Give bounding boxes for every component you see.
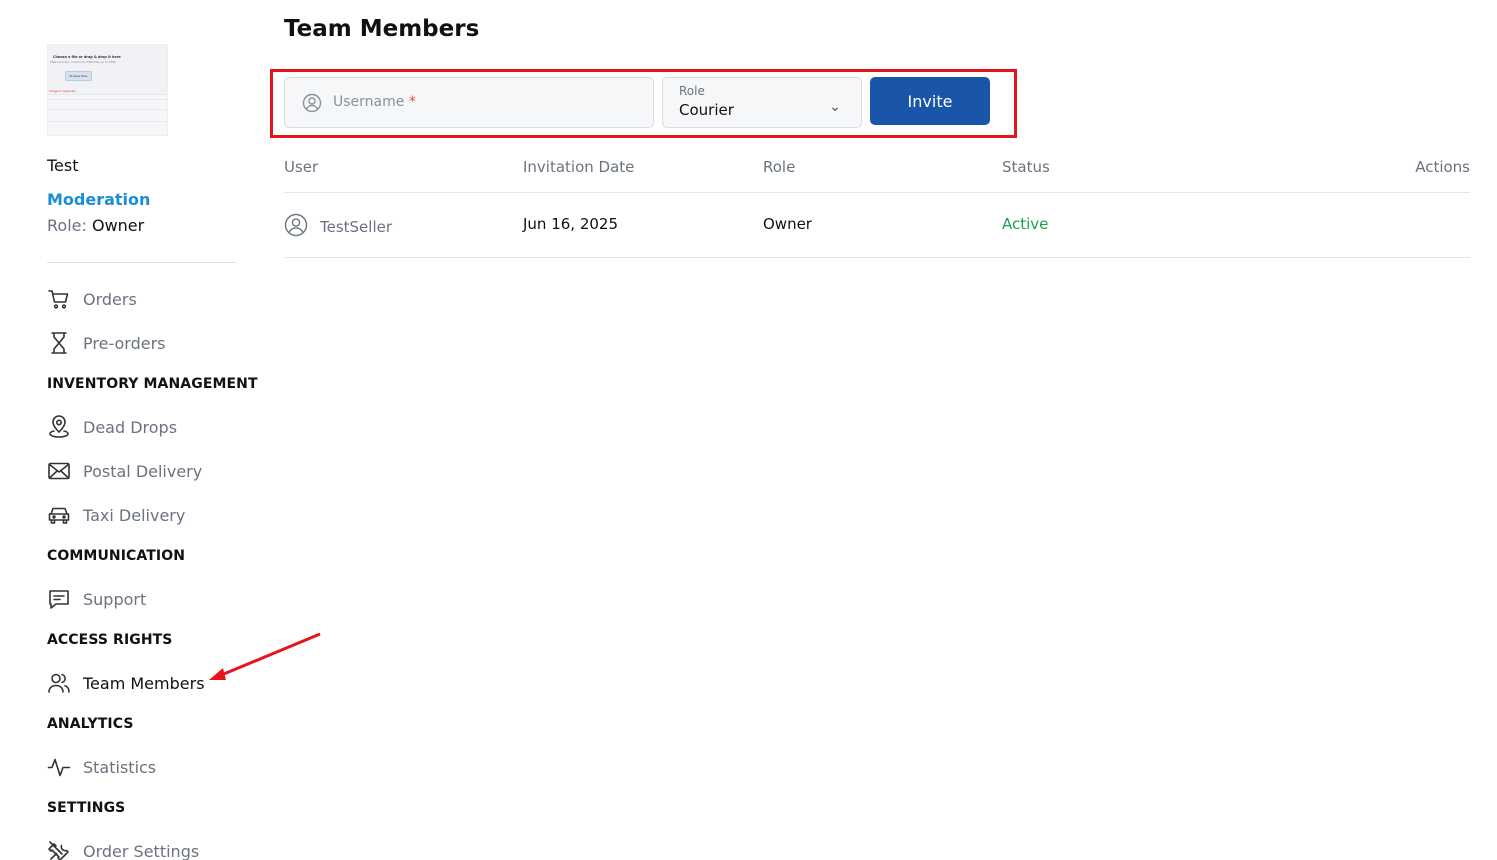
thumbnail-heading: Choose a file or drag & drop it here xyxy=(53,55,121,59)
table-row-divider xyxy=(284,257,1470,258)
store-role: Role: Owner xyxy=(47,216,144,235)
map-pin-icon xyxy=(47,415,71,439)
sidebar-item-label: Postal Delivery xyxy=(83,461,203,481)
sidebar-item-label: Dead Drops xyxy=(83,417,178,437)
section-inventory-management: INVENTORY MANAGEMENT xyxy=(47,376,258,392)
store-role-label: Role: xyxy=(47,216,87,235)
username-placeholder: Username * xyxy=(333,94,416,110)
sidebar-item-label: Support xyxy=(83,589,147,609)
tools-icon xyxy=(47,839,71,860)
annotation-arrow-icon xyxy=(209,632,321,680)
sidebar-item-order-settings[interactable]: Order Settings xyxy=(47,836,199,860)
sidebar-item-taxi-delivery[interactable]: Taxi Delivery xyxy=(47,500,185,530)
section-analytics: ANALYTICS xyxy=(47,716,134,732)
table-cell-user[interactable]: TestSeller xyxy=(284,213,392,241)
thumbnail-browse-button: Browse files xyxy=(65,71,92,81)
column-header-status[interactable]: Status xyxy=(1002,158,1050,176)
sidebar-item-postal-delivery[interactable]: Postal Delivery xyxy=(47,456,202,486)
username-placeholder-text: Username xyxy=(333,94,405,110)
thumbnail-subtext: PNG formats, maximum 5Mb/File up to 5MB xyxy=(50,60,116,64)
sidebar-item-label: Orders xyxy=(83,289,137,309)
car-icon xyxy=(47,503,71,527)
envelope-icon xyxy=(47,459,71,483)
column-header-user[interactable]: User xyxy=(284,158,318,176)
activity-icon xyxy=(47,755,71,779)
thumbnail-upload-card: Choose a file or drag & drop it here PNG… xyxy=(48,45,167,95)
user-name: TestSeller xyxy=(320,218,393,236)
user-avatar-icon xyxy=(284,213,308,241)
table-cell-role: Owner xyxy=(763,215,812,233)
store-name: Test xyxy=(47,156,79,175)
table-header-divider xyxy=(284,192,1470,193)
cart-icon xyxy=(47,287,71,311)
status-badge: Active xyxy=(1002,215,1049,233)
sidebar-item-team-members[interactable]: Team Members xyxy=(47,668,205,698)
store-role-value: Owner xyxy=(91,216,145,235)
thumbnail-error: Image is required xyxy=(49,89,76,93)
sidebar-item-preorders[interactable]: Pre-orders xyxy=(47,328,166,358)
thumbnail-divider xyxy=(48,109,167,110)
role-select[interactable]: Role Courier xyxy=(662,77,862,128)
section-settings: SETTINGS xyxy=(47,800,126,816)
users-icon xyxy=(47,671,71,695)
thumbnail-divider xyxy=(48,99,167,100)
sidebar-item-label: Taxi Delivery xyxy=(83,505,186,525)
column-header-role[interactable]: Role xyxy=(763,158,795,176)
sidebar-item-statistics[interactable]: Statistics xyxy=(47,752,156,782)
sidebar-item-dead-drops[interactable]: Dead Drops xyxy=(47,412,177,442)
role-select-value: Courier xyxy=(679,101,734,119)
username-input[interactable]: Username * xyxy=(284,77,654,128)
required-mark: * xyxy=(408,94,416,110)
hourglass-icon xyxy=(47,331,71,355)
store-status: Moderation xyxy=(47,190,151,209)
sidebar: Choose a file or drag & drop it here PNG… xyxy=(47,0,258,860)
thumbnail-divider xyxy=(48,121,167,122)
column-header-invitation-date[interactable]: Invitation Date xyxy=(523,158,634,176)
store-thumbnail[interactable]: Choose a file or drag & drop it here PNG… xyxy=(47,44,168,136)
chat-icon xyxy=(47,587,71,611)
invite-button[interactable]: Invite xyxy=(870,77,990,125)
sidebar-item-label: Order Settings xyxy=(83,841,200,860)
sidebar-item-orders[interactable]: Orders xyxy=(47,284,137,314)
chevron-down-icon xyxy=(830,99,840,118)
column-header-actions: Actions xyxy=(1415,158,1470,176)
section-access-rights: ACCESS RIGHTS xyxy=(47,632,173,648)
page-title: Team Members xyxy=(284,16,480,42)
sidebar-item-label: Statistics xyxy=(83,757,157,777)
role-select-label: Role xyxy=(679,84,705,98)
sidebar-item-label: Pre-orders xyxy=(83,333,166,353)
section-communication: COMMUNICATION xyxy=(47,548,186,564)
user-circle-icon xyxy=(302,93,322,117)
table-cell-invitation-date: Jun 16, 2025 xyxy=(523,215,619,233)
sidebar-divider xyxy=(47,262,236,263)
sidebar-item-support[interactable]: Support xyxy=(47,584,146,614)
sidebar-item-label: Team Members xyxy=(83,673,205,693)
